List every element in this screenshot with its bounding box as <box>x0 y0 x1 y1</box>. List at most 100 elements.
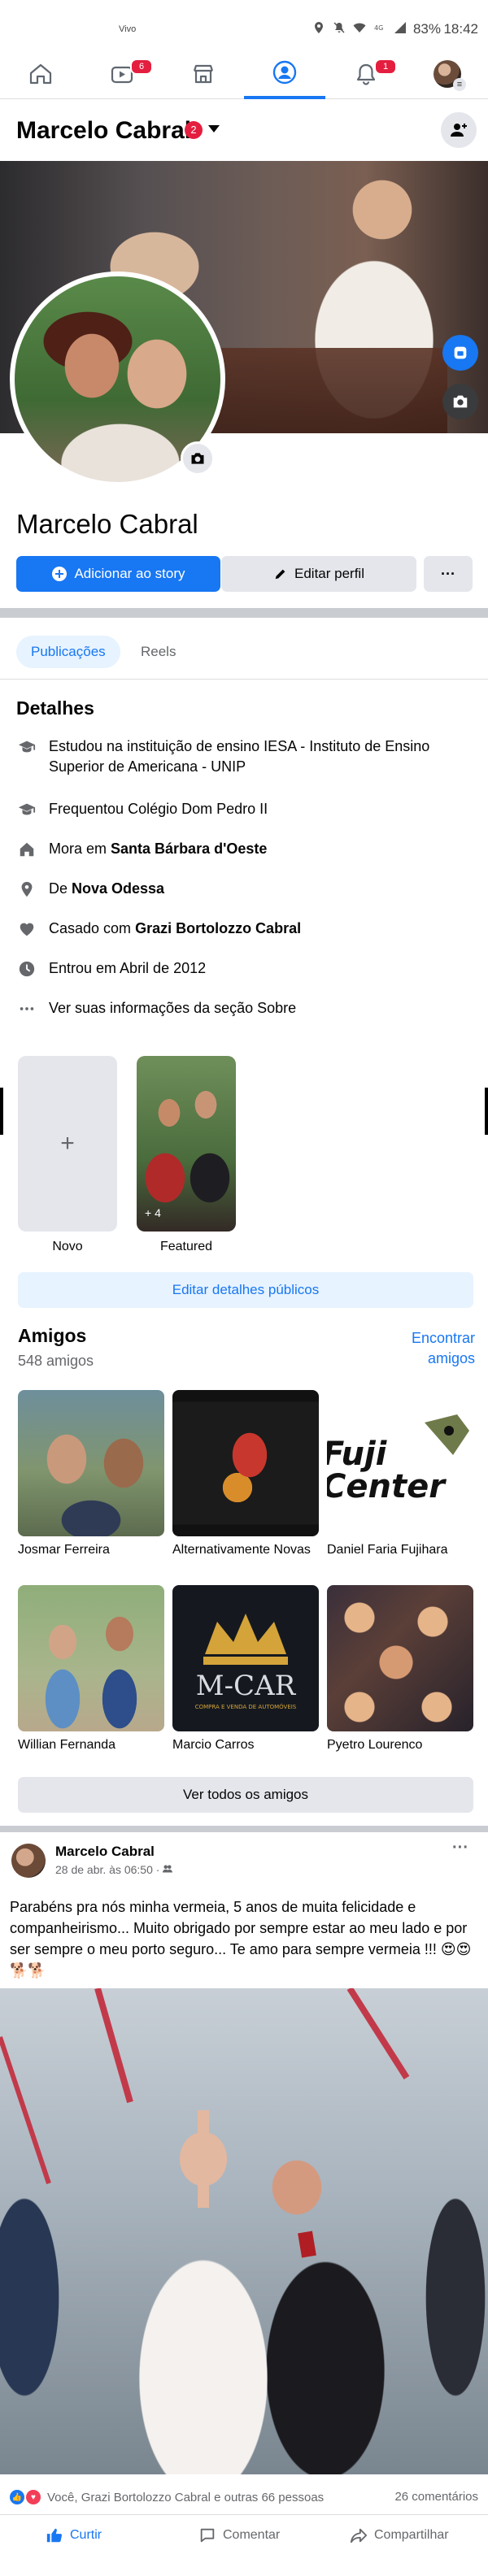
detail-prefix: Mora em <box>49 841 111 857</box>
edit-profile-button[interactable]: Editar perfil <box>221 556 416 592</box>
tab-profile[interactable] <box>244 49 325 99</box>
comment-button[interactable]: Comentar <box>198 2526 280 2544</box>
add-story-button[interactable]: Adicionar ao story <box>16 556 220 592</box>
friends-count: 548 amigos <box>18 1353 94 1369</box>
more-options-button[interactable]: ··· <box>424 556 473 592</box>
profile-switcher-name[interactable]: Marcelo Cabral <box>16 117 191 145</box>
chevron-down-icon[interactable] <box>208 125 220 132</box>
detail-link[interactable]: Nova Odessa <box>72 880 164 897</box>
friend-card[interactable]: Fuji Center Daniel Faria Fujihara <box>327 1390 473 1558</box>
add-friend-button[interactable] <box>441 112 477 148</box>
share-icon <box>350 2528 368 2543</box>
detail-text: Frequentou Colégio Dom Pedro II <box>49 801 268 817</box>
signal-icon <box>394 21 407 34</box>
tab-posts[interactable]: Publicações <box>16 636 120 668</box>
comments-count[interactable]: 26 comentários <box>394 2490 478 2504</box>
comment-label: Comentar <box>223 2528 281 2542</box>
post-photo[interactable] <box>0 1988 488 2474</box>
reactions-text: Você, Grazi Bortolozzo Cabral e outras 6… <box>47 2490 325 2504</box>
ellipsis-icon <box>16 998 37 1019</box>
reactions-bar[interactable]: 👍 ♥ Você, Grazi Bortolozzo Cabral e outr… <box>10 2487 478 2507</box>
friend-card[interactable]: Josmar Ferreira <box>18 1390 164 1558</box>
post-text: Parabéns pra nós minha vermeia, 5 anos d… <box>10 1899 472 1979</box>
thumbs-up-icon <box>46 2528 63 2543</box>
post-date[interactable]: 28 de abr. às 06:50 <box>55 1863 153 1876</box>
detail-from: De Nova Odessa <box>16 879 480 900</box>
detail-text: Estudou na instituição de ensino IESA - … <box>49 738 430 775</box>
friend-card[interactable]: Alternativamente Novas <box>172 1390 319 1558</box>
share-button[interactable]: Compartilhar <box>350 2526 449 2544</box>
battery-percent: 83% <box>412 21 441 37</box>
detail-education-2: Frequentou Colégio Dom Pedro II <box>16 799 480 820</box>
cover-camera-button[interactable] <box>442 384 478 419</box>
friend-photo <box>172 1390 319 1536</box>
cover-story-button[interactable] <box>442 335 478 371</box>
profile-switcher-badge: 2 <box>185 121 203 139</box>
location-icon <box>312 21 325 34</box>
like-button[interactable]: Curtir <box>46 2526 102 2544</box>
featured-new-label: Novo <box>52 1240 83 1253</box>
detail-see-about[interactable]: Ver suas informações da seção Sobre <box>16 998 480 1019</box>
heart-icon <box>16 919 37 940</box>
camera-icon <box>191 453 204 464</box>
post-author-name[interactable]: Marcelo Cabral <box>55 1844 155 1860</box>
friend-name: Josmar Ferreira <box>18 1543 110 1557</box>
featured-item-label: Featured <box>159 1240 213 1253</box>
featured-count: + 4 <box>145 1206 161 1219</box>
friend-card[interactable]: Willian Fernanda <box>18 1585 164 1753</box>
find-friends-link[interactable]: Encontrar amigos <box>361 1328 475 1369</box>
post-actions: Curtir Comentar Compartilhar <box>0 2514 488 2563</box>
detail-text: Ver suas informações da seção Sobre <box>49 1000 297 1016</box>
wifi-icon <box>353 21 366 34</box>
tab-menu[interactable] <box>407 49 488 99</box>
friend-name: Alternativamente Novas <box>172 1543 311 1557</box>
profile-icon <box>272 60 297 85</box>
detail-education-1: Estudou na instituição de ensino IESA - … <box>16 736 480 777</box>
house-icon <box>16 839 37 860</box>
friend-name: Daniel Faria Fujihara <box>327 1543 448 1557</box>
profile-header-row: Marcelo Cabral 2 <box>0 101 488 161</box>
profile-name: Marcelo Cabral <box>16 509 198 539</box>
detail-lives-in: Mora em Santa Bárbara d'Oeste <box>16 839 480 860</box>
plus-icon: + <box>60 1130 75 1157</box>
mute-icon <box>333 21 346 34</box>
friend-card[interactable]: Pyetro Lourenco <box>327 1585 473 1753</box>
story-icon <box>454 346 467 359</box>
tab-posts-label: Publicações <box>31 644 106 659</box>
post-meta: 28 de abr. às 06:50 · <box>55 1863 173 1876</box>
friend-card[interactable]: M-CAR COMPRA E VENDA DE AUTOMÓVEIS Marci… <box>172 1585 319 1753</box>
tab-notifications[interactable]: 1 <box>325 49 407 99</box>
edit-public-details-button[interactable]: Editar detalhes públicos <box>18 1272 473 1308</box>
profile-picture-camera-button[interactable] <box>181 441 215 476</box>
plus-circle-icon <box>52 567 68 581</box>
tab-marketplace[interactable] <box>163 49 244 99</box>
detail-prefix: Casado com <box>49 920 136 936</box>
detail-prefix: De <box>49 880 72 897</box>
detail-text: Entrou em Abril de 2012 <box>49 960 207 976</box>
friend-photo <box>327 1585 473 1731</box>
tab-reels[interactable]: Reels <box>126 636 190 668</box>
tab-watch[interactable]: 6 <box>81 49 163 99</box>
mcar-logo: M-CAR COMPRA E VENDA DE AUTOMÓVEIS <box>195 1614 297 1710</box>
friend-photo <box>18 1390 164 1536</box>
scroll-edge-right <box>485 1088 488 1135</box>
camera-icon <box>453 395 468 408</box>
see-all-friends-button[interactable]: Ver todos os amigos <box>18 1777 473 1813</box>
clock: 18:42 <box>443 21 478 37</box>
graduation-cap-icon <box>16 736 37 758</box>
post-options-button[interactable]: ··· <box>452 1839 468 1857</box>
section-separator <box>0 608 488 618</box>
fuji-center-logo: Fuji Center <box>327 1414 469 1505</box>
detail-link[interactable]: Santa Bárbara d'Oeste <box>111 841 267 857</box>
home-icon <box>29 63 52 85</box>
add-person-icon <box>451 124 467 137</box>
detail-link[interactable]: Grazi Bortolozzo Cabral <box>135 920 301 936</box>
cover-photo-detail <box>203 348 447 433</box>
featured-new-button[interactable]: + <box>18 1056 117 1232</box>
svg-text:4G: 4G <box>374 24 383 32</box>
friends-icon <box>163 1865 173 1873</box>
featured-collection[interactable] <box>137 1056 236 1232</box>
watch-badge: 6 <box>130 59 153 75</box>
post-author-avatar[interactable] <box>11 1844 46 1878</box>
tab-home[interactable] <box>0 49 81 99</box>
